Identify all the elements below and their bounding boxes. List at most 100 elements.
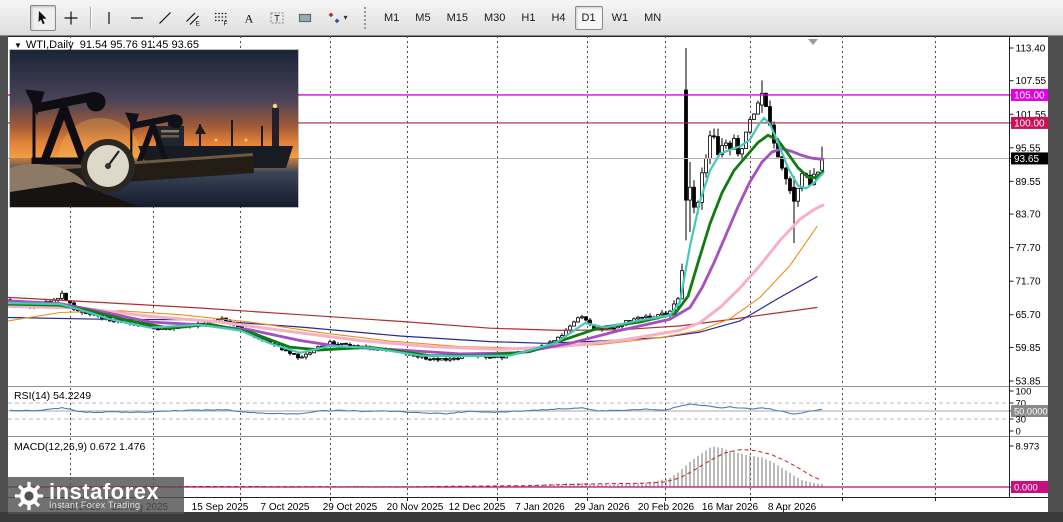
candle-up	[749, 120, 752, 133]
timeframe-button-d1[interactable]: D1	[575, 6, 603, 30]
chart-window[interactable]: 113.40107.55105.00101.55100.0095.5593.65…	[8, 36, 1048, 512]
candle-down	[685, 90, 688, 200]
candle-up	[581, 317, 584, 318]
cursor-tool-button[interactable]	[30, 5, 56, 31]
candle-down	[641, 317, 644, 318]
candle-down	[489, 357, 492, 358]
mt4-window: E F A T ▾ M1M5M15M30H1H4D1W1MN 113.40107.5510…	[0, 0, 1063, 522]
candle-down	[585, 317, 588, 320]
vertical-line-tool-button[interactable]	[96, 5, 122, 31]
text-tool-button[interactable]: A	[236, 5, 262, 31]
arrows-icon	[326, 10, 342, 26]
crosshair-tool-button[interactable]	[58, 5, 84, 31]
candle-up	[617, 327, 620, 328]
toolbar-grip[interactable]	[364, 7, 371, 29]
vertical-line-icon	[101, 10, 117, 26]
candle-down	[789, 179, 792, 191]
candle-down	[793, 187, 796, 201]
instaforex-logo: instaforex Instant Forex Trading	[8, 477, 184, 514]
brand-name: instaforex	[49, 482, 159, 502]
candle-up	[745, 132, 748, 149]
candle-down	[157, 329, 160, 330]
horizontal-line-icon	[129, 10, 145, 26]
candle-down	[693, 187, 696, 207]
candle-up	[797, 188, 800, 201]
text-label-icon: T	[269, 10, 285, 26]
macd-indicator-label: MACD(12,26,9) 0.672 1.476	[14, 441, 145, 453]
candle-up	[753, 114, 756, 119]
equidistant-channel-icon: E	[185, 10, 201, 26]
timeframe-button-w1[interactable]: W1	[605, 6, 636, 30]
candle-up	[305, 354, 308, 357]
toolbar-separator	[90, 7, 92, 29]
candle-up	[661, 313, 664, 315]
candle-up	[705, 158, 708, 172]
oil-industry-photo	[10, 50, 298, 207]
timeframe-button-m30[interactable]: M30	[477, 6, 512, 30]
svg-text:A: A	[245, 11, 254, 25]
fibonacci-retracement-tool-button[interactable]: F	[208, 5, 234, 31]
text-icon: A	[241, 10, 257, 26]
window-left-edge	[0, 36, 8, 512]
candle-up	[573, 322, 576, 326]
svg-text:T: T	[274, 13, 280, 23]
timeframe-button-h4[interactable]: H4	[544, 6, 572, 30]
candle-down	[65, 293, 68, 300]
candle-down	[285, 350, 288, 351]
trendline-tool-button[interactable]	[152, 5, 178, 31]
timeframe-button-m1[interactable]: M1	[377, 6, 406, 30]
timeframe-button-mn[interactable]: MN	[637, 6, 668, 30]
text-label-tool-button[interactable]: T	[264, 5, 290, 31]
candle-down	[293, 353, 296, 354]
candle-down	[297, 354, 300, 358]
cursor-icon	[35, 10, 51, 26]
shapes-tool-button[interactable]	[292, 5, 318, 31]
candle-up	[741, 149, 744, 154]
candle-up	[309, 353, 312, 354]
price-axis[interactable]	[1010, 36, 1048, 497]
candle-up	[161, 328, 164, 329]
fibonacci-retracement-icon: F	[213, 10, 229, 26]
candle-up	[61, 293, 64, 298]
candle-down	[333, 342, 336, 345]
candle-down	[717, 137, 720, 155]
svg-text:E: E	[196, 20, 201, 26]
candle-up	[341, 343, 344, 344]
equidistant-channel-tool-button[interactable]: E	[180, 5, 206, 31]
chart-menu-icon[interactable]: ▼	[14, 41, 22, 50]
arrows-tool-button[interactable]: ▾	[320, 5, 354, 31]
timeframe-button-h1[interactable]: H1	[514, 6, 542, 30]
candle-down	[345, 343, 348, 344]
candle-up	[453, 358, 456, 359]
candle-up	[689, 187, 692, 200]
crosshair-icon	[63, 10, 79, 26]
candle-up	[449, 359, 452, 360]
timeframe-button-m15[interactable]: M15	[440, 6, 475, 30]
rsi-indicator-label: RSI(14) 54.2249	[14, 390, 91, 402]
gear-icon	[14, 481, 44, 511]
candle-up	[645, 316, 648, 317]
candle-up	[609, 328, 612, 329]
timeframe-button-m5[interactable]: M5	[408, 6, 437, 30]
candle-down	[457, 358, 460, 359]
candle-down	[437, 359, 440, 361]
trendline-icon	[157, 10, 173, 26]
brand-tagline: Instant Forex Trading	[49, 500, 159, 510]
candle-down	[649, 316, 652, 317]
svg-text:F: F	[224, 20, 228, 26]
candle-down	[613, 328, 616, 329]
candle-up	[577, 318, 580, 322]
candle-up	[569, 326, 572, 330]
candle-up	[301, 357, 304, 358]
candle-up	[709, 136, 712, 159]
window-right-edge	[1048, 36, 1063, 512]
candle-up	[441, 358, 444, 360]
candle-down	[429, 359, 432, 360]
toolbar: E F A T ▾ M1M5M15M30H1H4D1W1MN	[0, 0, 1063, 36]
candle-up	[637, 317, 640, 319]
candle-up	[757, 103, 760, 114]
horizontal-line-tool-button[interactable]	[124, 5, 150, 31]
shapes-icon	[297, 10, 313, 26]
candle-down	[785, 168, 788, 179]
candle-down	[445, 358, 448, 360]
